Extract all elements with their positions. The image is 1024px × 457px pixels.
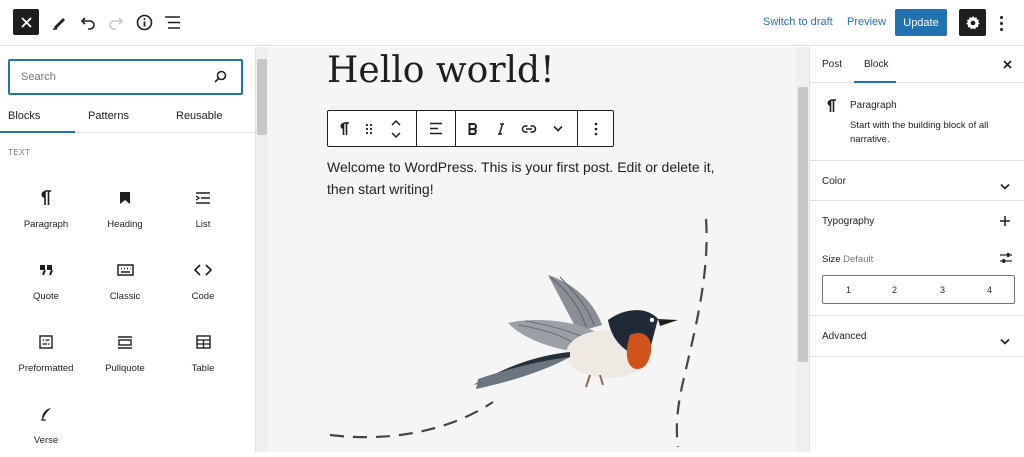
block-list[interactable]: List [167, 181, 239, 241]
classic-icon [116, 257, 134, 283]
block-verse[interactable]: Verse [10, 397, 82, 457]
update-button[interactable]: Update [895, 9, 947, 36]
block-preformatted[interactable]: Preformatted [10, 325, 82, 385]
drag-handle-icon[interactable] [360, 111, 378, 146]
table-icon [195, 329, 211, 355]
block-classic[interactable]: Classic [89, 253, 161, 313]
font-size-picker: 1 2 3 4 [822, 275, 1015, 304]
size-controls-icon[interactable] [999, 251, 1013, 269]
active-tab-indicator [0, 131, 75, 133]
canvas-scrollbar[interactable] [796, 47, 810, 452]
block-pullquote[interactable]: Pullquote [89, 325, 161, 385]
block-card: Paragraph Start with the building block … [810, 84, 1024, 161]
chevron-down-icon[interactable] [545, 111, 571, 146]
font-size-option[interactable]: 3 [940, 285, 945, 295]
chevron-down-icon [1000, 177, 1010, 195]
block-inserter-panel: Search Blocks Patterns Reusable TEXT Par… [0, 47, 256, 452]
block-paragraph[interactable]: Paragraph [10, 181, 82, 241]
bold-icon[interactable] [460, 111, 486, 146]
block-table[interactable]: Table [167, 325, 239, 385]
block-code[interactable]: Code [167, 253, 239, 313]
search-icon [214, 70, 227, 88]
inserter-scrollbar[interactable] [256, 47, 268, 452]
editor-header: Switch to draft Preview Update [0, 0, 1024, 46]
preformatted-icon [39, 329, 53, 355]
block-card-title: Paragraph [850, 100, 897, 111]
post-paragraph[interactable]: Welcome to WordPress. This is your first… [327, 156, 727, 200]
bird-icon [473, 275, 678, 389]
font-size-option[interactable]: 1 [846, 285, 851, 295]
quote-icon [39, 257, 53, 283]
tab-patterns[interactable]: Patterns [88, 110, 129, 122]
paragraph-icon [40, 185, 52, 211]
link-icon[interactable] [515, 111, 543, 146]
inserter-scrollbar-thumb[interactable] [257, 59, 267, 135]
block-options-icon[interactable] [578, 111, 614, 146]
close-sidebar-icon[interactable] [1000, 57, 1014, 71]
options-more-icon[interactable] [996, 12, 1006, 34]
tab-post[interactable]: Post [822, 59, 842, 70]
chevron-down-icon [1000, 332, 1010, 350]
tab-block[interactable]: Block [864, 59, 888, 70]
font-size-label: Size Default [822, 254, 874, 265]
block-card-description: Start with the building block of all nar… [850, 120, 989, 145]
list-view-icon[interactable] [161, 11, 183, 33]
search-placeholder: Search [21, 71, 56, 83]
pullquote-icon [117, 329, 133, 355]
font-size-value: Default [843, 254, 874, 265]
preview-button[interactable]: Preview [847, 16, 886, 28]
advanced-panel[interactable]: Advanced [810, 317, 1024, 357]
color-panel-title: Color [822, 176, 846, 187]
settings-gear-icon[interactable] [959, 9, 986, 36]
sidebar-tabs: Post Block [810, 47, 1024, 83]
settings-sidebar: Post Block Paragraph Start with the buil… [810, 47, 1024, 452]
move-up-down-icon[interactable] [382, 111, 410, 146]
undo-icon[interactable] [77, 11, 99, 33]
paragraph-icon [826, 99, 837, 118]
list-icon [195, 185, 211, 211]
active-tab-indicator [854, 81, 896, 83]
italic-icon[interactable] [488, 111, 514, 146]
editor-canvas: Hello world! Welcome to WordPress. This … [268, 47, 796, 452]
redo-icon[interactable] [105, 11, 127, 33]
font-size-option[interactable]: 2 [892, 285, 897, 295]
color-panel[interactable]: Color [810, 162, 1024, 201]
category-label: TEXT [8, 148, 31, 157]
plus-icon[interactable] [999, 214, 1011, 232]
block-toolbar [327, 110, 614, 147]
bird-illustration [329, 218, 708, 448]
heading-icon [119, 185, 131, 211]
tab-reusable[interactable]: Reusable [176, 110, 222, 122]
advanced-panel-title: Advanced [822, 331, 867, 342]
typography-panel-title: Typography [822, 216, 875, 227]
search-input[interactable]: Search [8, 59, 243, 95]
block-quote[interactable]: Quote [10, 253, 82, 313]
font-size-option[interactable]: 4 [987, 285, 992, 295]
close-icon[interactable] [13, 9, 39, 35]
post-title[interactable]: Hello world! [327, 50, 555, 91]
block-heading[interactable]: Heading [89, 181, 161, 241]
paragraph-type-icon[interactable] [328, 111, 360, 146]
align-icon[interactable] [417, 111, 455, 146]
switch-to-draft-button[interactable]: Switch to draft [763, 16, 833, 28]
canvas-scrollbar-thumb[interactable] [798, 87, 808, 362]
code-icon [194, 257, 212, 283]
edit-tools-icon[interactable] [48, 11, 70, 33]
verse-icon [40, 401, 52, 427]
inserter-tabs: Blocks Patterns Reusable [0, 99, 256, 133]
toolbar-separator [455, 111, 456, 146]
tab-blocks[interactable]: Blocks [8, 110, 40, 122]
details-info-icon[interactable] [133, 11, 155, 33]
